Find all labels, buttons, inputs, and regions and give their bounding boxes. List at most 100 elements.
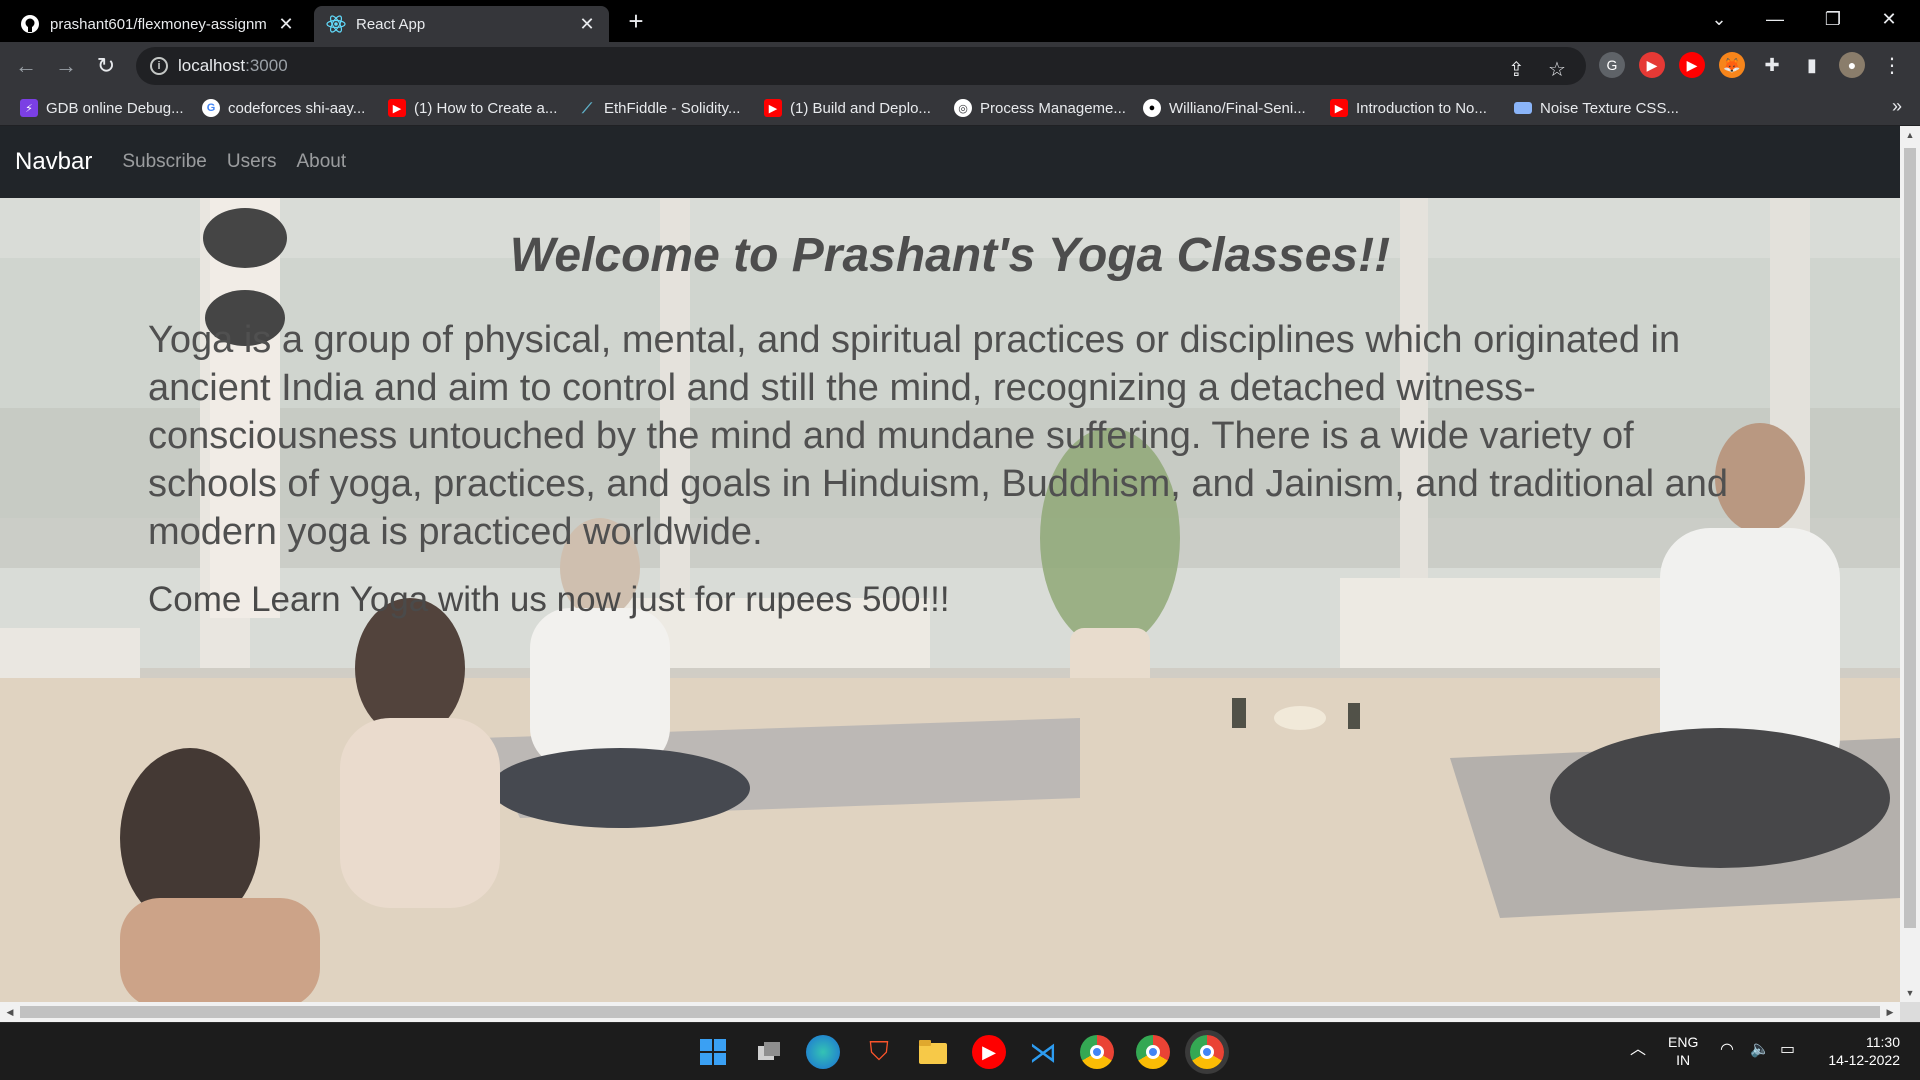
bookmark-label: EthFiddle - Solidity... bbox=[604, 99, 741, 117]
minimize-button[interactable]: — bbox=[1752, 0, 1798, 40]
language-line2: IN bbox=[1676, 1052, 1691, 1068]
close-icon[interactable]: ✕ bbox=[276, 14, 296, 35]
vscode-icon[interactable]: ⋊ bbox=[1026, 1035, 1060, 1069]
bookmark-item[interactable]: ● Williano/Final-Seni... bbox=[1143, 90, 1306, 126]
bookmark-item[interactable]: ⟋ EthFiddle - Solidity... bbox=[578, 90, 740, 126]
youtube-icon: ▶ bbox=[388, 99, 406, 117]
tab-title: prashant601/flexmoney-assignm bbox=[50, 15, 267, 33]
close-icon[interactable]: ✕ bbox=[577, 14, 597, 35]
globe-icon: ◎ bbox=[954, 99, 972, 117]
wifi-icon[interactable]: ◠ bbox=[1720, 1041, 1734, 1059]
youtube-icon: ▶ bbox=[764, 99, 782, 117]
menu-kebab-icon[interactable]: ⋮ bbox=[1879, 52, 1905, 78]
bookmark-item[interactable]: ▶ Introduction to No... bbox=[1330, 90, 1487, 126]
bookmarks-bar: ⚡ GDB online Debug... G codeforces shi-a… bbox=[0, 90, 1920, 126]
back-button[interactable]: ← bbox=[10, 50, 42, 82]
scroll-right-arrow-icon[interactable]: ▶ bbox=[1880, 1002, 1900, 1022]
nav-link-users[interactable]: Users bbox=[227, 151, 277, 173]
clock-date: 14-12-2022 bbox=[1828, 1052, 1900, 1068]
bookmark-item[interactable]: ◎ Process Manageme... bbox=[954, 90, 1126, 126]
grammarly-extension-icon[interactable]: G bbox=[1599, 52, 1625, 78]
bookmark-label: GDB online Debug... bbox=[46, 99, 184, 117]
file-explorer-icon[interactable] bbox=[916, 1035, 950, 1069]
page-viewport: Navbar Subscribe Users About Welcome to … bbox=[0, 126, 1900, 1002]
profile-avatar[interactable]: ● bbox=[1839, 52, 1865, 78]
side-panel-icon[interactable]: ▮ bbox=[1799, 52, 1825, 78]
chrome-profile-icon[interactable] bbox=[1136, 1035, 1170, 1069]
vertical-scroll-thumb[interactable] bbox=[1904, 148, 1916, 928]
tab-title: React App bbox=[356, 15, 426, 33]
clock[interactable]: 11:30 14-12-2022 bbox=[1820, 1033, 1900, 1069]
nav-link-about[interactable]: About bbox=[297, 151, 347, 173]
show-hidden-icons-chevron-icon[interactable]: ︿ bbox=[1630, 1041, 1646, 1059]
brave-icon[interactable]: ⛉ bbox=[862, 1035, 896, 1069]
url-text: localhost:3000 bbox=[178, 56, 288, 75]
folder-icon bbox=[1514, 102, 1532, 114]
youtube-extension-icon[interactable]: ▶ bbox=[1679, 52, 1705, 78]
bookmark-item[interactable]: ⚡ GDB online Debug... bbox=[20, 90, 184, 126]
offer-text: Come Learn Yoga with us now just for rup… bbox=[148, 580, 950, 619]
bookmark-label: codeforces shi-aay... bbox=[228, 99, 366, 117]
chrome-icon[interactable] bbox=[1080, 1035, 1114, 1069]
ethfiddle-icon: ⟋ bbox=[578, 99, 596, 117]
scroll-left-arrow-icon[interactable]: ◀ bbox=[0, 1002, 20, 1022]
bookmark-label: (1) How to Create a... bbox=[414, 99, 558, 117]
bookmark-star-icon[interactable]: ☆ bbox=[1548, 57, 1566, 82]
scrollbar-corner bbox=[1900, 1002, 1920, 1022]
github-icon bbox=[20, 14, 40, 34]
horizontal-scroll-thumb[interactable] bbox=[20, 1006, 1880, 1018]
windows-start-icon[interactable] bbox=[696, 1035, 730, 1069]
language-indicator[interactable]: ENG IN bbox=[1668, 1033, 1698, 1069]
bookmark-label: Williano/Final-Seni... bbox=[1169, 99, 1306, 117]
browser-toolbar: ← → ↻ i localhost:3000 ⇪ ☆ G ▶ ▶ 🦊 ✚ ▮ ●… bbox=[0, 42, 1920, 90]
metamask-extension-icon[interactable]: 🦊 bbox=[1719, 52, 1745, 78]
gdb-icon: ⚡ bbox=[20, 99, 38, 117]
tab-search-chevron-icon[interactable]: ⌄ bbox=[1696, 0, 1742, 40]
clock-time: 11:30 bbox=[1866, 1034, 1900, 1050]
recorder-extension-icon[interactable]: ▶ bbox=[1639, 52, 1665, 78]
reload-button[interactable]: ↻ bbox=[90, 50, 122, 82]
youtube-icon: ▶ bbox=[1330, 99, 1348, 117]
nav-link-subscribe[interactable]: Subscribe bbox=[122, 151, 207, 173]
close-window-button[interactable]: ✕ bbox=[1866, 0, 1912, 40]
scroll-down-arrow-icon[interactable]: ▼ bbox=[1900, 984, 1920, 1002]
chrome-active-icon[interactable] bbox=[1190, 1035, 1224, 1069]
bookmark-item[interactable]: ▶ (1) Build and Deplo... bbox=[764, 90, 931, 126]
hero-section: Welcome to Prashant's Yoga Classes!! Yog… bbox=[0, 198, 1900, 1002]
language-line1: ENG bbox=[1668, 1034, 1699, 1050]
page-title: Welcome to Prashant's Yoga Classes!! bbox=[509, 229, 1391, 282]
tab-react-app[interactable]: React App ✕ bbox=[314, 6, 609, 42]
bookmark-label: Noise Texture CSS... bbox=[1540, 99, 1679, 117]
new-tab-button[interactable]: + bbox=[620, 6, 652, 38]
yoga-description: Yoga is a group of physical, mental, and… bbox=[148, 319, 1728, 553]
bookmark-item[interactable]: ▶ (1) How to Create a... bbox=[388, 90, 557, 126]
bookmark-label: Process Manageme... bbox=[980, 99, 1126, 117]
react-icon bbox=[326, 14, 346, 34]
site-info-icon[interactable]: i bbox=[150, 57, 168, 75]
extensions-puzzle-icon[interactable]: ✚ bbox=[1759, 52, 1785, 78]
google-icon: G bbox=[202, 99, 220, 117]
windows-taskbar: ⛉ ▶ ⋊ ︿ ENG IN ◠ 🔈 ▭ 11:30 14-12-2022 bbox=[0, 1022, 1920, 1080]
github-icon: ● bbox=[1143, 99, 1161, 117]
site-navbar: Navbar Subscribe Users About bbox=[0, 126, 1900, 198]
youtube-music-icon[interactable]: ▶ bbox=[972, 1035, 1006, 1069]
address-bar[interactable]: i localhost:3000 ⇪ ☆ bbox=[136, 47, 1586, 85]
more-bookmarks-icon[interactable]: » bbox=[1892, 96, 1902, 117]
bookmark-label: (1) Build and Deplo... bbox=[790, 99, 931, 117]
volume-icon[interactable]: 🔈 bbox=[1750, 1041, 1770, 1059]
edge-icon[interactable] bbox=[806, 1035, 840, 1069]
bookmark-item[interactable]: G codeforces shi-aay... bbox=[202, 90, 365, 126]
restore-button[interactable]: ❐ bbox=[1810, 0, 1856, 40]
bookmark-label: Introduction to No... bbox=[1356, 99, 1487, 117]
tab-github[interactable]: prashant601/flexmoney-assignm ✕ bbox=[8, 6, 308, 42]
forward-button[interactable]: → bbox=[50, 50, 82, 82]
scroll-up-arrow-icon[interactable]: ▲ bbox=[1900, 126, 1920, 144]
bookmark-item[interactable]: Noise Texture CSS... bbox=[1514, 90, 1679, 126]
horizontal-scrollbar[interactable]: ◀ ▶ bbox=[0, 1002, 1900, 1022]
navbar-brand[interactable]: Navbar bbox=[15, 148, 92, 176]
battery-icon[interactable]: ▭ bbox=[1780, 1041, 1795, 1059]
tab-strip: prashant601/flexmoney-assignm ✕ React Ap… bbox=[0, 0, 1920, 42]
vertical-scrollbar[interactable]: ▲ ▼ bbox=[1900, 126, 1920, 1002]
task-view-icon[interactable] bbox=[752, 1035, 786, 1069]
share-icon[interactable]: ⇪ bbox=[1508, 57, 1525, 82]
